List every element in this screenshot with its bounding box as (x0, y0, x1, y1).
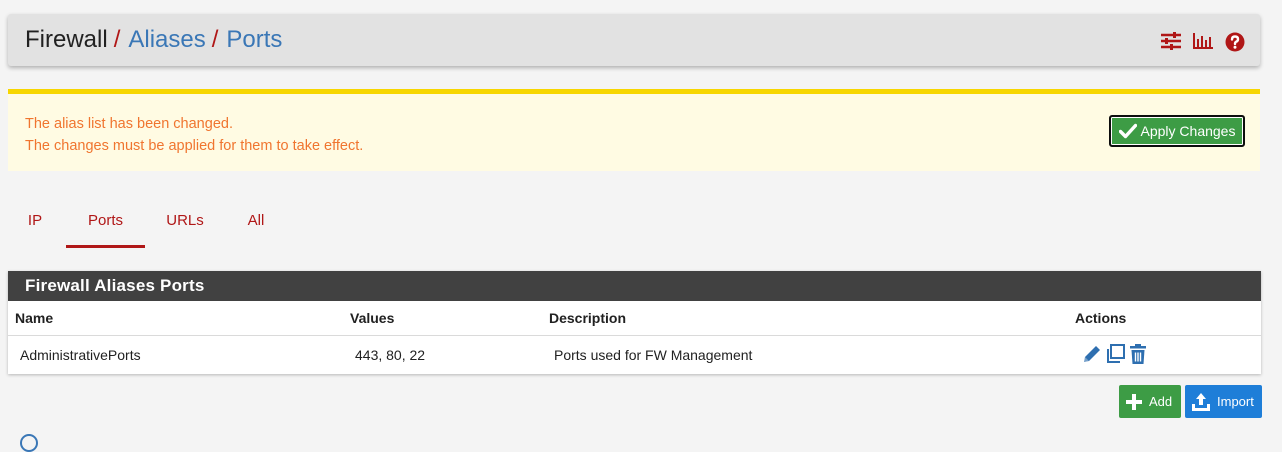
changes-alert: The alias list has been changed. The cha… (8, 89, 1260, 171)
tab-urls[interactable]: URLs (153, 199, 217, 245)
tab-ports[interactable]: Ports (66, 199, 145, 248)
breadcrumb-firewall: Firewall (25, 26, 108, 53)
delete-trash-icon[interactable] (1127, 343, 1149, 365)
panel-title: Firewall Aliases Ports (8, 271, 1261, 301)
breadcrumb-aliases-link[interactable]: Aliases (128, 26, 205, 53)
breadcrumb-separator: / (211, 26, 219, 53)
aliases-panel: Firewall Aliases Ports Name Values Descr… (8, 271, 1261, 374)
breadcrumb: Firewall / Aliases / Ports (25, 26, 282, 54)
alias-description: Ports used for FW Management (554, 347, 753, 363)
import-button[interactable]: Import (1185, 385, 1262, 418)
info-icon[interactable] (20, 434, 38, 452)
alert-message: The alias list has been changed. The cha… (25, 113, 363, 157)
check-icon (1118, 123, 1137, 139)
add-button[interactable]: Add (1119, 385, 1181, 418)
edit-pencil-icon[interactable] (1081, 343, 1103, 365)
breadcrumb-separator: / (113, 26, 121, 53)
help-icon[interactable] (1225, 32, 1245, 52)
tab-all[interactable]: All (231, 199, 281, 245)
alias-values: 443, 80, 22 (355, 347, 426, 363)
tab-ip[interactable]: IP (12, 199, 58, 245)
copy-icon[interactable] (1104, 343, 1126, 365)
plus-icon (1126, 393, 1142, 410)
column-values: Values (350, 310, 395, 326)
add-label: Add (1149, 394, 1173, 409)
apply-changes-button[interactable]: Apply Changes (1109, 115, 1245, 147)
row-actions (1081, 343, 1149, 365)
column-name: Name (15, 310, 54, 326)
alert-line-2: The changes must be applied for them to … (25, 138, 364, 154)
column-description: Description (549, 310, 627, 326)
bar-chart-icon[interactable] (1193, 32, 1213, 50)
breadcrumb-ports-link[interactable]: Ports (226, 26, 282, 53)
apply-changes-label: Apply Changes (1140, 123, 1236, 139)
import-label: Import (1217, 394, 1254, 409)
table-header: Name Values Description Actions (8, 301, 1261, 336)
column-actions: Actions (1075, 310, 1127, 326)
upload-icon (1192, 392, 1210, 411)
table-row[interactable]: AdministrativePorts 443, 80, 22 Ports us… (8, 336, 1261, 374)
sliders-icon[interactable] (1161, 32, 1181, 50)
alias-name: AdministrativePorts (20, 347, 141, 363)
breadcrumb-bar: Firewall / Aliases / Ports (8, 14, 1260, 66)
alert-line-1: The alias list has been changed. (25, 116, 233, 132)
header-icons (1161, 32, 1245, 52)
